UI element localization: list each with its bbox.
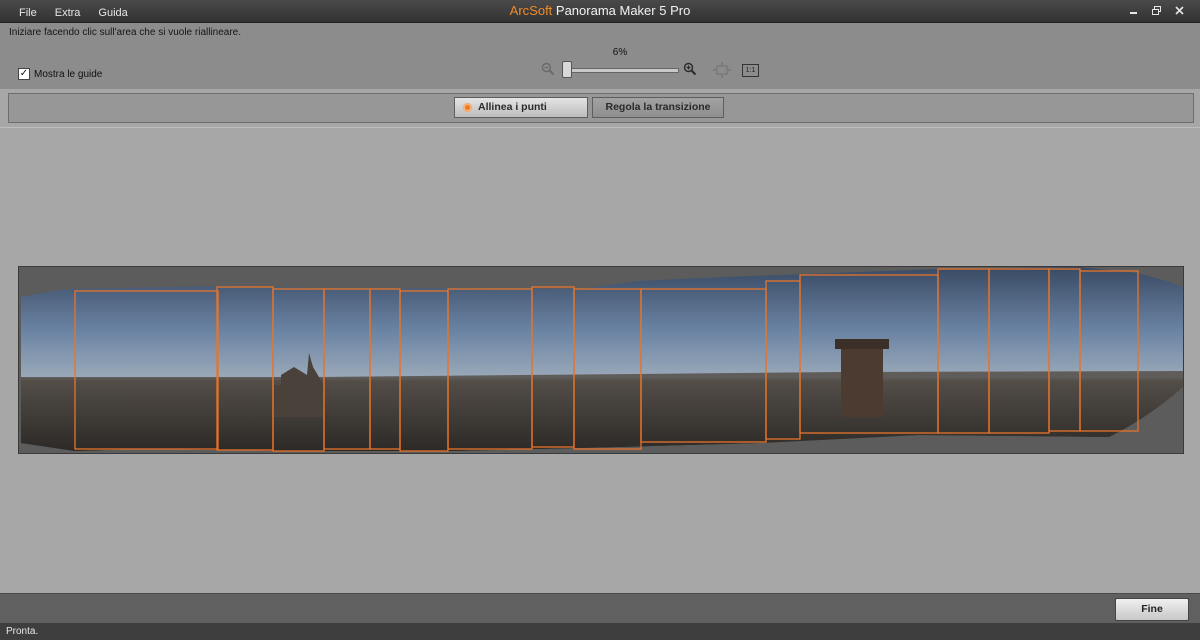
show-guides-checkbox[interactable]: ✓ Mostra le guide (18, 68, 102, 80)
panorama-city (21, 371, 1183, 451)
restore-icon[interactable] (1150, 4, 1163, 17)
app-brand: ArcSoft (509, 3, 553, 18)
app-title: ArcSoft Panorama Maker 5 Pro (0, 0, 1200, 22)
menu-extra[interactable]: Extra (46, 0, 90, 22)
title-bar: File Extra Guida ArcSoft Panorama Maker … (0, 0, 1200, 23)
zoom-out-icon[interactable] (541, 62, 555, 79)
tool-area: Iniziare facendo clic sull'area che si v… (0, 23, 1200, 89)
menu-file[interactable]: File (10, 0, 46, 22)
menu-guida[interactable]: Guida (89, 0, 136, 22)
menu-bar: File Extra Guida (10, 0, 137, 22)
close-icon[interactable] (1173, 4, 1186, 17)
tab-adjust-transition-label: Regola la transizione (605, 101, 711, 113)
window-controls (1127, 4, 1186, 17)
actual-size-button[interactable]: 1:1 (742, 64, 759, 77)
instruction-text: Iniziare facendo clic sull'area che si v… (9, 27, 242, 38)
panorama-preview[interactable] (18, 266, 1184, 454)
panorama-svg (21, 267, 1183, 452)
tower-silhouette (841, 342, 883, 417)
fit-view-icon[interactable] (713, 62, 731, 81)
zoom-in-icon[interactable] (683, 62, 697, 79)
mode-bar: Allinea i punti Regola la transizione (8, 93, 1194, 123)
zoom-percent-label: 6% (612, 47, 628, 58)
tab-align-points[interactable]: Allinea i punti (454, 97, 588, 118)
zoom-slider-track[interactable] (563, 68, 679, 73)
status-text: Pronta. (6, 626, 39, 637)
checkmark-icon[interactable]: ✓ (18, 68, 30, 80)
status-bar: Pronta. (0, 623, 1200, 640)
show-guides-label: Mostra le guide (34, 68, 103, 80)
minimize-icon[interactable] (1127, 4, 1140, 17)
tab-align-points-label: Allinea i punti (478, 101, 547, 113)
active-radio-icon (463, 103, 472, 112)
app-name: Panorama Maker 5 Pro (552, 3, 691, 18)
bottom-bar: Fine (0, 593, 1200, 624)
finish-button[interactable]: Fine (1115, 598, 1189, 621)
tower-top (835, 339, 889, 349)
tab-adjust-transition[interactable]: Regola la transizione (592, 97, 724, 118)
zoom-slider-thumb[interactable] (562, 61, 572, 78)
